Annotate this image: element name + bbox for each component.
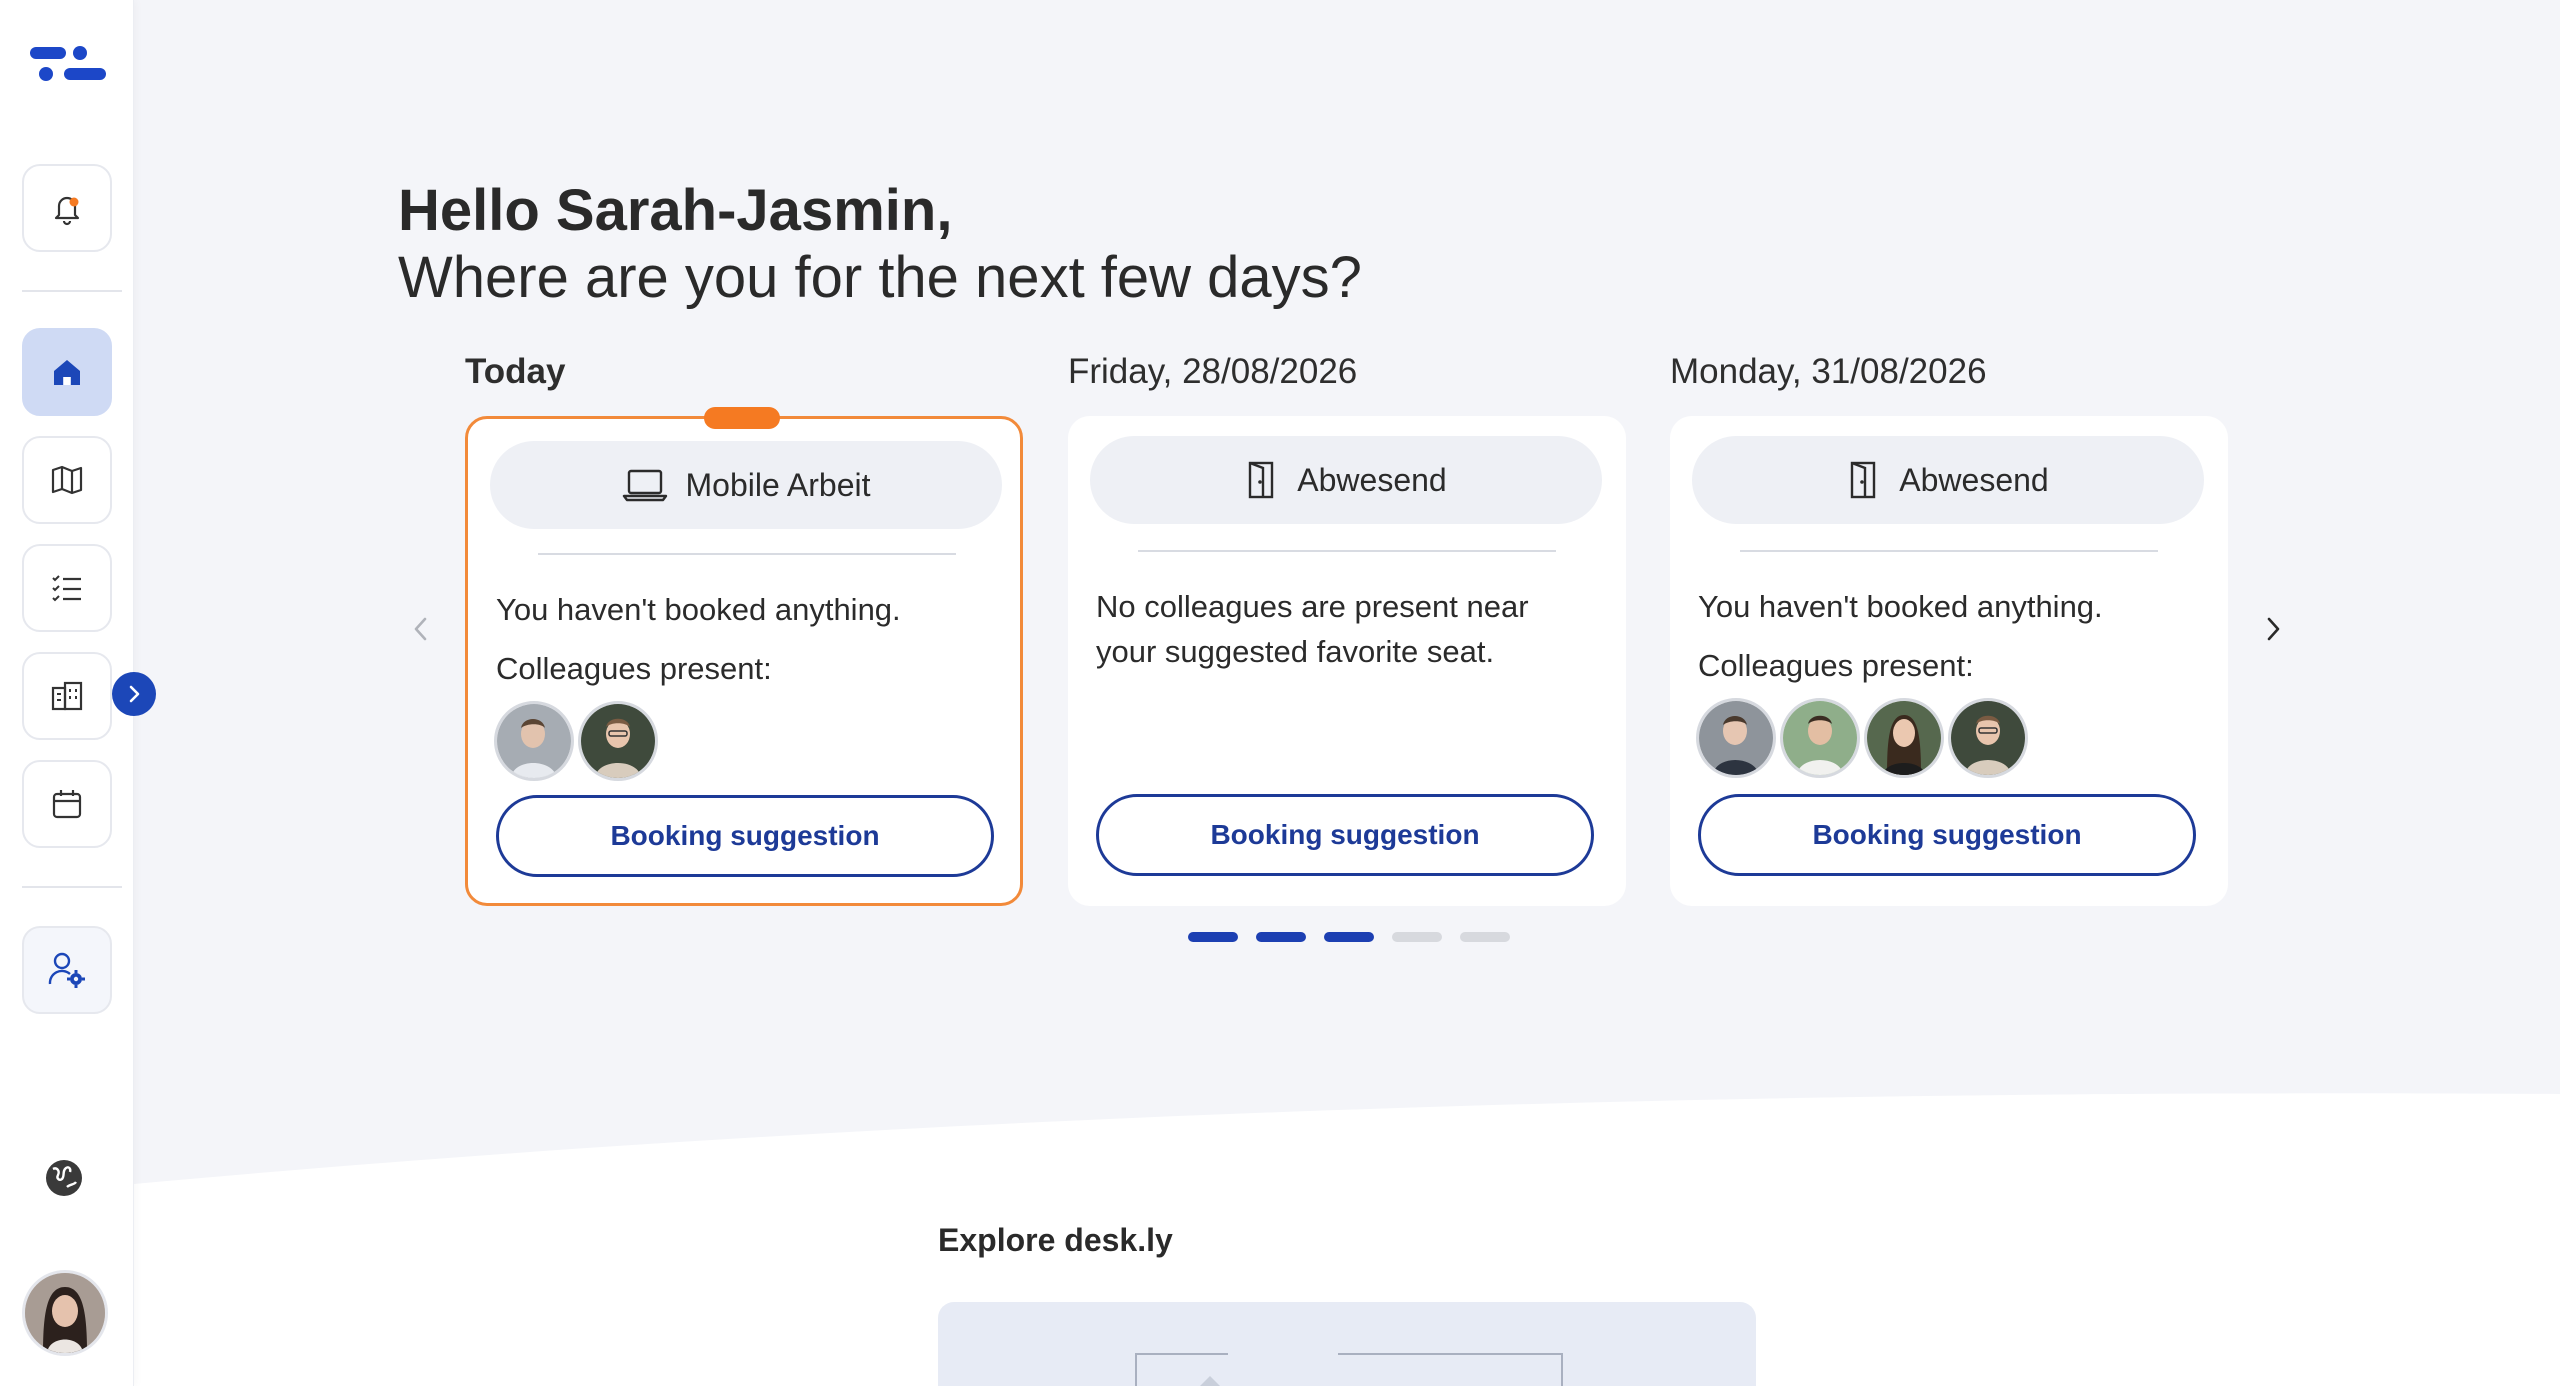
explore-illustration: [1135, 1353, 1563, 1386]
card-divider: [538, 553, 956, 555]
status-label: Abwesend: [1899, 461, 2049, 498]
booking-status-text: You haven't booked anything.: [496, 592, 901, 627]
sidebar-item-map[interactable]: [22, 436, 112, 524]
colleagues-label: Colleagues present:: [496, 651, 772, 686]
status-pill[interactable]: Mobile Arbeit: [490, 441, 1002, 529]
home-icon: [54, 360, 80, 385]
colleague-photo: [1951, 701, 2025, 775]
booking-suggestion-button[interactable]: Booking suggestion: [1096, 794, 1594, 876]
app-logo[interactable]: [30, 44, 106, 84]
profile-photo: [25, 1273, 105, 1353]
door-icon: [1249, 461, 1274, 499]
sidebar-item-list[interactable]: [22, 544, 112, 632]
sidebar-divider: [22, 290, 122, 292]
sidebar-item-user-settings[interactable]: [22, 926, 112, 1014]
day-label-friday: Friday, 28/08/2026: [1068, 352, 1358, 391]
carousel-dot[interactable]: [1256, 932, 1306, 942]
map-icon: [51, 465, 83, 495]
colleague-avatar[interactable]: [1864, 698, 1944, 778]
day-label-monday: Monday, 31/08/2026: [1670, 352, 1987, 391]
profile-avatar[interactable]: [22, 1270, 108, 1356]
sidebar-expand-button[interactable]: [112, 672, 156, 716]
day-card-today[interactable]: Mobile Arbeit You haven't booked anythin…: [465, 407, 1023, 906]
explore-title: Explore desk.ly: [938, 1222, 1173, 1258]
card-message: You haven't booked anything. Colleagues …: [1698, 584, 2198, 688]
colleague-avatars: [1696, 698, 2028, 778]
sidebar-item-home[interactable]: [22, 328, 112, 416]
greeting: Hello Sarah-Jasmin, Where are you for th…: [398, 178, 1362, 312]
status-pill[interactable]: Abwesend: [1090, 436, 1602, 524]
day-card-friday[interactable]: Abwesend No colleagues are present near …: [1068, 416, 1626, 906]
greeting-title: Hello Sarah-Jasmin,: [398, 178, 953, 243]
carousel-dot[interactable]: [1324, 932, 1374, 942]
door-icon: [1851, 461, 1876, 499]
colleague-avatar[interactable]: [1696, 698, 1776, 778]
day-label-today: Today: [465, 352, 566, 391]
card-message: You haven't booked anything. Colleagues …: [496, 587, 996, 691]
chevron-right-icon: [2267, 617, 2280, 641]
card-divider: [1138, 550, 1556, 552]
colleague-avatars: [494, 701, 658, 781]
status-pill[interactable]: Abwesend: [1692, 436, 2204, 524]
selected-indicator: [704, 407, 780, 429]
sidebar-item-calendar[interactable]: [22, 760, 112, 848]
colleague-photo: [497, 704, 571, 778]
greeting-subtitle: Where are you for the next few days?: [398, 245, 1362, 310]
status-label: Abwesend: [1297, 461, 1447, 498]
carousel-prev-button[interactable]: [396, 604, 446, 654]
user-settings-icon: [48, 952, 85, 988]
chevron-right-icon: [129, 685, 140, 703]
globe-icon: [46, 1160, 82, 1196]
sidebar-item-buildings[interactable]: [22, 652, 112, 740]
colleague-photo: [1783, 701, 1857, 775]
status-label: Mobile Arbeit: [685, 466, 871, 503]
booking-suggestion-button[interactable]: Booking suggestion: [496, 795, 994, 877]
checklist-icon: [52, 575, 81, 602]
card-divider: [1740, 550, 2158, 552]
colleague-photo: [1867, 701, 1941, 775]
day-card-monday[interactable]: Abwesend You haven't booked anything. Co…: [1670, 416, 2228, 906]
colleague-avatar[interactable]: [1780, 698, 1860, 778]
colleague-photo: [581, 704, 655, 778]
bell-icon: [54, 196, 80, 226]
carousel-dot[interactable]: [1392, 932, 1442, 942]
carousel-next-button[interactable]: [2248, 604, 2298, 654]
booking-suggestion-button[interactable]: Booking suggestion: [1698, 794, 2196, 876]
building-icon: [51, 681, 83, 711]
laptop-icon: [622, 469, 667, 502]
colleague-avatar[interactable]: [1948, 698, 2028, 778]
carousel-pagination: [1188, 932, 1510, 942]
colleague-photo: [1699, 701, 1773, 775]
notifications-button[interactable]: [22, 164, 112, 252]
language-button[interactable]: [42, 1156, 86, 1200]
colleagues-label: Colleagues present:: [1698, 648, 1974, 683]
booking-status-text: No colleagues are present near your sugg…: [1096, 589, 1529, 669]
colleague-avatar[interactable]: [494, 701, 574, 781]
calendar-icon: [52, 790, 82, 819]
booking-status-text: You haven't booked anything.: [1698, 589, 2103, 624]
explore-preview[interactable]: [938, 1302, 1756, 1386]
card-message: No colleagues are present near your sugg…: [1096, 584, 1596, 674]
sidebar-divider: [22, 886, 122, 888]
colleague-avatar[interactable]: [578, 701, 658, 781]
carousel-dot[interactable]: [1188, 932, 1238, 942]
chevron-left-icon: [414, 617, 427, 641]
carousel-dot[interactable]: [1460, 932, 1510, 942]
